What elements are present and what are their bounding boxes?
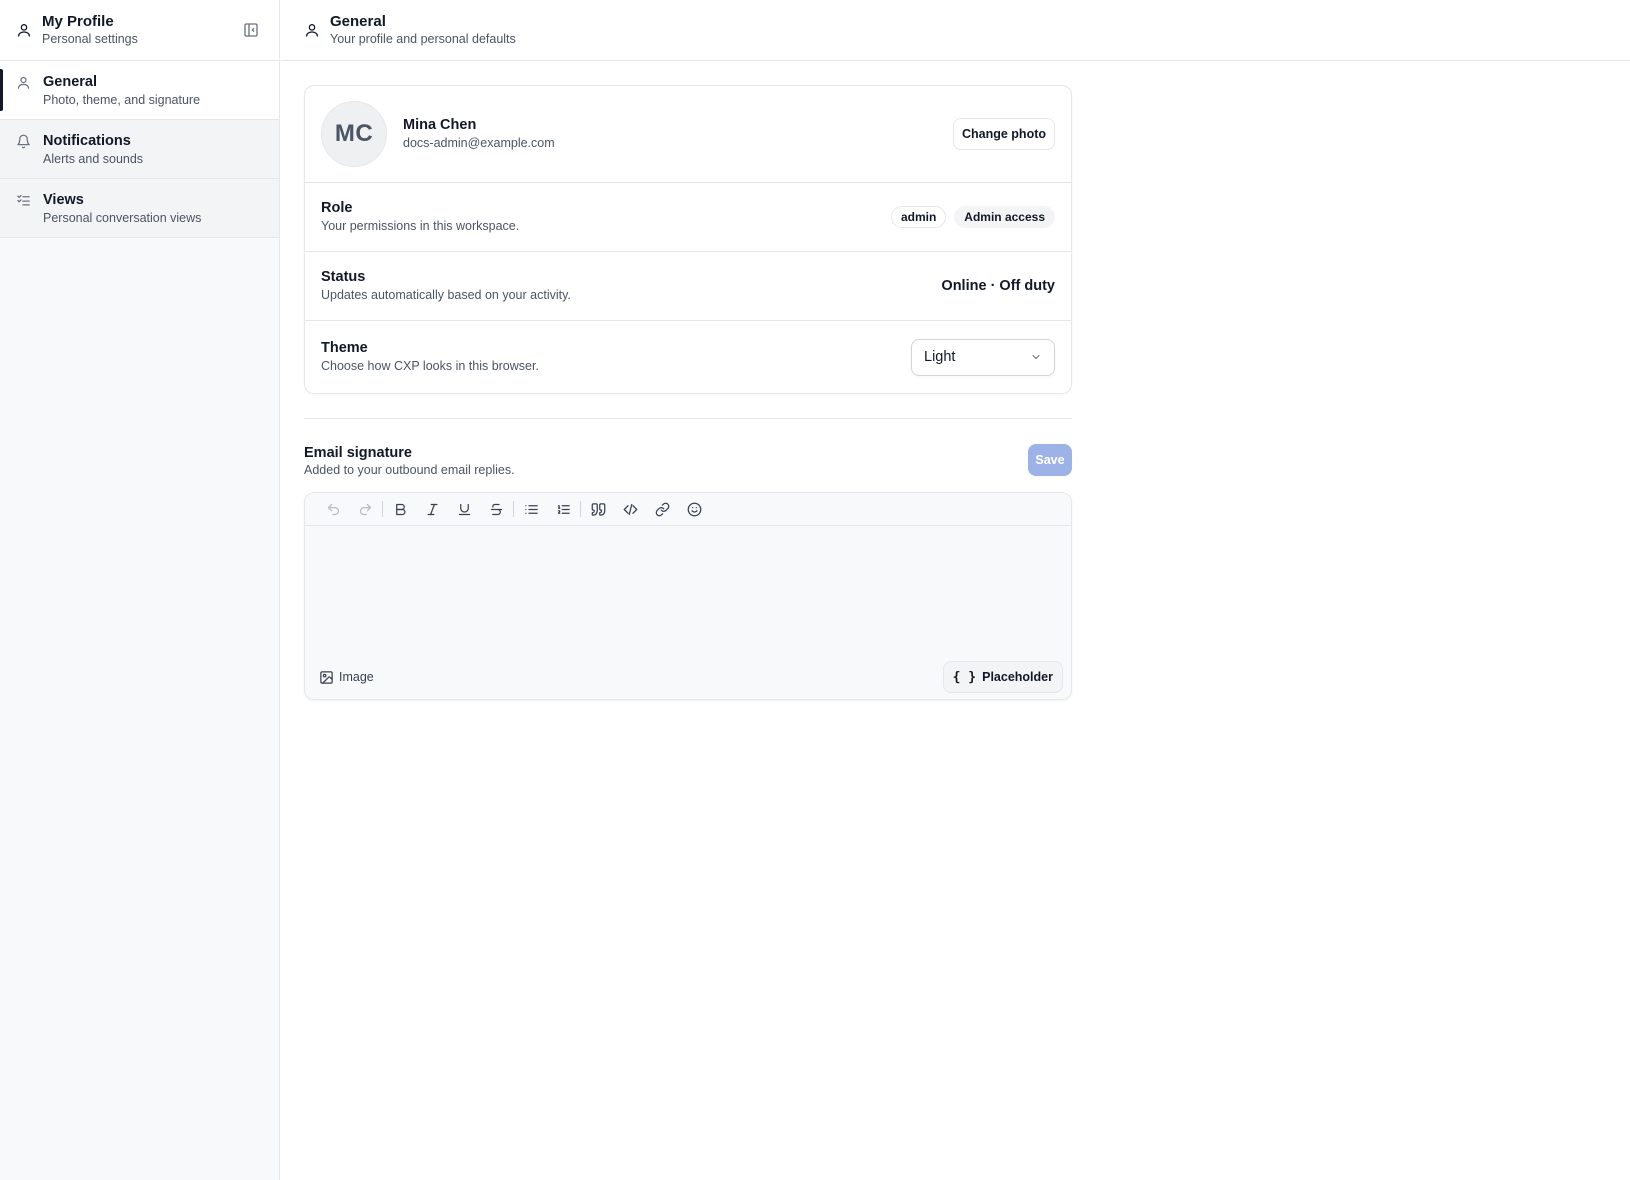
save-button[interactable]: Save (1028, 444, 1072, 476)
bold-icon[interactable] (384, 497, 416, 521)
page-header: General Your profile and personal defaul… (281, 0, 1630, 61)
placeholder-button-label: Placeholder (982, 670, 1053, 684)
access-badge: Admin access (954, 206, 1055, 228)
signature-header: Email signature Added to your outbound e… (304, 444, 1072, 479)
role-row: Role Your permissions in this workspace.… (305, 183, 1071, 252)
ordered-list-icon[interactable] (547, 497, 579, 521)
quote-icon[interactable] (582, 497, 614, 521)
user-icon (304, 22, 320, 38)
sidebar-item-sub: Photo, theme, and signature (43, 93, 201, 107)
profile-name: Mina Chen (403, 117, 477, 133)
sidebar-item-views[interactable]: Views Personal conversation views (0, 179, 279, 238)
role-badge: admin (890, 206, 947, 228)
toolbar-separator (513, 501, 514, 517)
sidebar-header: My Profile Personal settings (0, 0, 279, 61)
bullet-list-icon[interactable] (515, 497, 547, 521)
insert-image-button[interactable]: Image (319, 670, 374, 685)
sidebar-title: My Profile (42, 13, 114, 30)
role-title: Role (321, 200, 353, 216)
sidebar: My Profile Personal settings General Pho… (0, 0, 280, 1180)
page-title: General (330, 13, 386, 30)
sidebar-item-label: Views (43, 192, 84, 208)
toolbar-separator (382, 501, 383, 517)
strikethrough-icon[interactable] (480, 497, 512, 521)
sidebar-item-sub: Personal conversation views (43, 211, 202, 225)
avatar: MC (321, 101, 387, 167)
redo-icon[interactable] (349, 497, 381, 521)
image-icon (319, 670, 339, 685)
theme-select[interactable]: Light (911, 338, 1055, 376)
theme-row: Theme Choose how CXP looks in this brows… (305, 321, 1071, 393)
sidebar-subtitle: Personal settings (42, 32, 138, 46)
braces-icon: { } (952, 669, 977, 685)
section-divider (304, 418, 1072, 419)
bell-icon (16, 134, 31, 149)
settings-content: MC Mina Chen docs-admin@example.com Chan… (304, 85, 1072, 700)
signature-title: Email signature (304, 445, 412, 461)
underline-icon[interactable] (448, 497, 480, 521)
list-check-icon (16, 193, 31, 208)
page-subtitle: Your profile and personal defaults (330, 32, 516, 46)
sidebar-item-label: General (43, 74, 97, 90)
theme-title: Theme (321, 340, 368, 356)
status-title: Status (321, 269, 366, 285)
editor-footer: Image { } Placeholder (305, 655, 1071, 699)
main-panel: General Your profile and personal defaul… (281, 0, 1630, 1180)
toolbar-separator (580, 501, 581, 517)
theme-desc: Choose how CXP looks in this browser. (321, 359, 539, 373)
chevron-down-icon (1030, 351, 1042, 363)
profile-email: docs-admin@example.com (403, 136, 555, 150)
profile-card: MC Mina Chen docs-admin@example.com Chan… (304, 85, 1072, 394)
status-desc: Updates automatically based on your acti… (321, 288, 571, 302)
profile-row: MC Mina Chen docs-admin@example.com Chan… (305, 86, 1071, 183)
sidebar-item-general[interactable]: General Photo, theme, and signature (0, 61, 279, 120)
italic-icon[interactable] (416, 497, 448, 521)
sidebar-item-notifications[interactable]: Notifications Alerts and sounds (0, 120, 279, 179)
insert-placeholder-button[interactable]: { } Placeholder (942, 661, 1063, 693)
link-icon[interactable] (646, 497, 678, 521)
theme-select-value: Light (924, 349, 956, 365)
status-value: Online · Off duty (941, 278, 1055, 294)
user-icon (16, 75, 31, 90)
signature-text-area[interactable] (305, 526, 1071, 655)
collapse-sidebar-icon[interactable] (241, 20, 261, 40)
role-desc: Your permissions in this workspace. (321, 219, 520, 233)
signature-desc: Added to your outbound email replies. (304, 463, 515, 477)
user-icon (16, 22, 32, 38)
signature-editor: Image { } Placeholder (304, 492, 1072, 700)
emoji-icon[interactable] (678, 497, 710, 521)
editor-toolbar (305, 493, 1071, 526)
sidebar-item-label: Notifications (43, 133, 131, 149)
sidebar-item-sub: Alerts and sounds (43, 152, 144, 166)
code-icon[interactable] (614, 497, 646, 521)
image-button-label: Image (339, 670, 374, 684)
undo-icon[interactable] (317, 497, 349, 521)
status-row: Status Updates automatically based on yo… (305, 252, 1071, 321)
change-photo-button[interactable]: Change photo (952, 118, 1055, 150)
